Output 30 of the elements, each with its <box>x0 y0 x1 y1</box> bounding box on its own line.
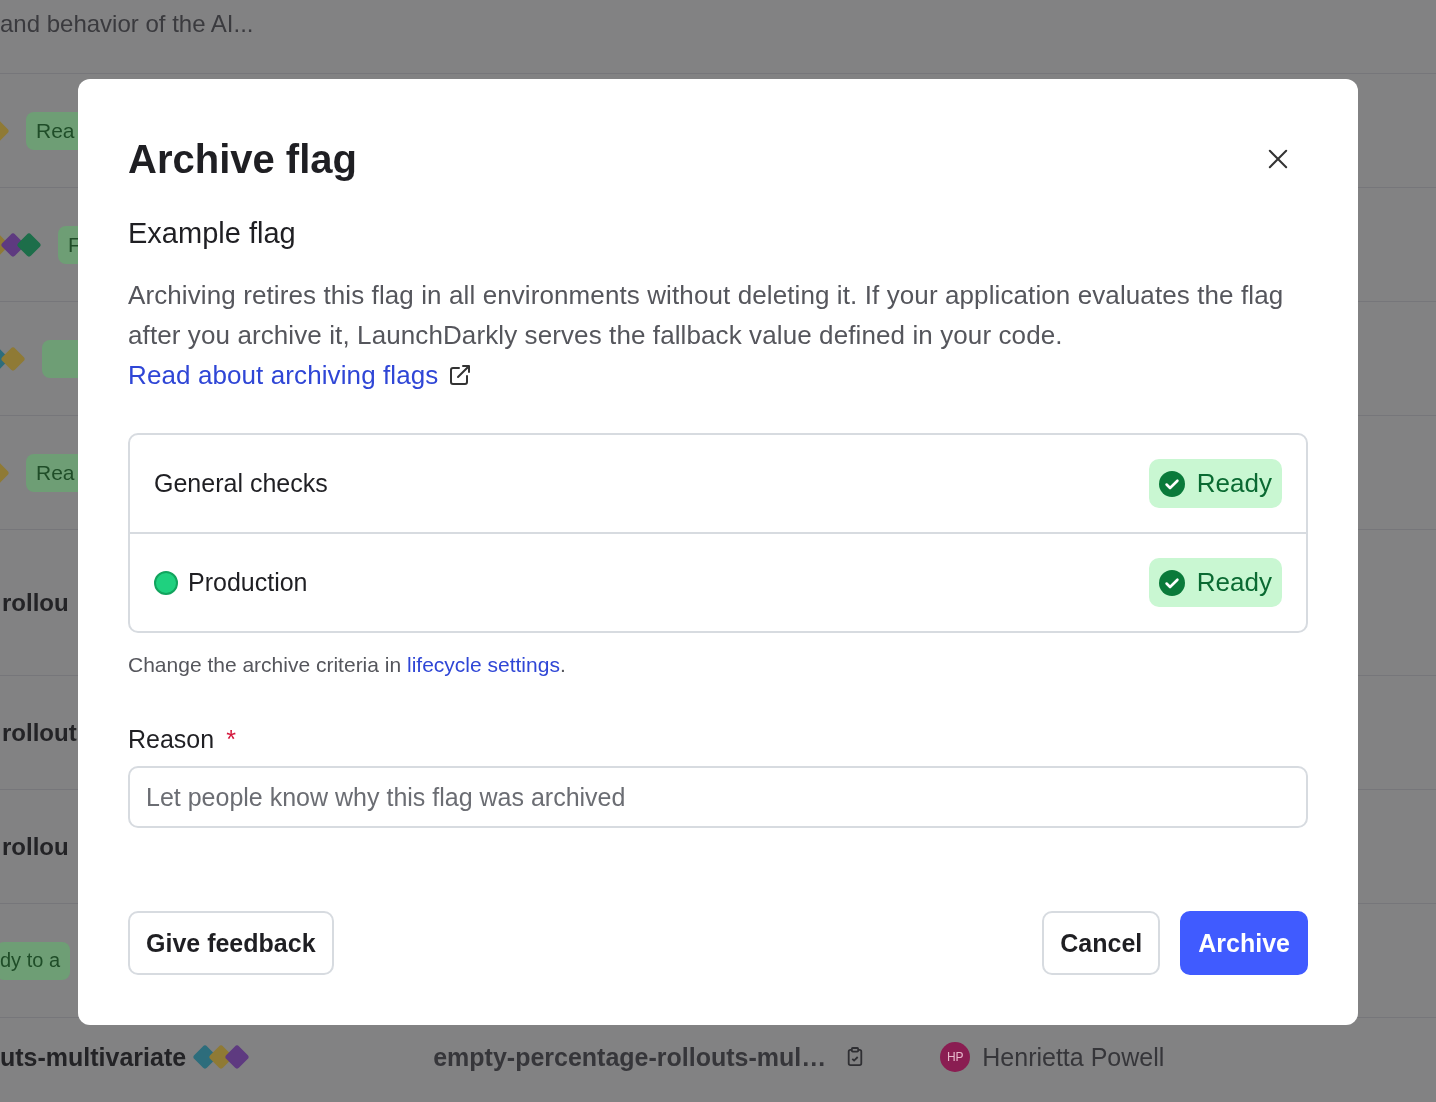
flag-name[interactable]: rollou <box>0 588 69 617</box>
status-badge: Ready <box>1148 459 1282 508</box>
field-label: Reason <box>128 725 215 754</box>
flag-name[interactable]: uts-multivariate <box>0 1042 187 1072</box>
environment-name: Production <box>188 568 308 597</box>
flag-key: empty-percentage-rollouts-mul… <box>433 1042 827 1072</box>
close-icon[interactable] <box>1268 149 1288 169</box>
dialog-title: Archive flag <box>128 136 357 183</box>
external-link-icon <box>448 363 473 387</box>
check-label: General checks <box>154 469 328 498</box>
settings-link[interactable]: lifecycle settings <box>407 653 560 676</box>
required-mark: * <box>226 725 236 754</box>
cancel-button[interactable]: Cancel <box>1042 911 1161 975</box>
maintainer-name: Henrietta Powell <box>982 1042 1165 1072</box>
copy-icon[interactable] <box>846 1047 865 1067</box>
avatar: HP <box>940 1042 971 1072</box>
description-text: Archiving retires this flag in all environments without deleting it. If your application evaluates the flag after you archive it, LaunchDarkly serves the fallback value defined in your code. Read about archiving flags <box>128 279 1285 392</box>
reason-field[interactable]: Let people know why this flag was archived <box>128 766 1308 828</box>
hint-text: Change the archive criteria in lifecycle settings. <box>128 653 567 677</box>
flag-name[interactable]: rollout <box>0 718 77 747</box>
status-badge: dy to a <box>0 941 71 980</box>
flag-name: Example flag <box>128 217 297 250</box>
archive-button[interactable]: Archive <box>1180 911 1308 975</box>
description-text: and behavior of the AI... <box>0 10 254 38</box>
flag-name[interactable]: rollou <box>0 832 69 861</box>
check-icon <box>1158 569 1185 596</box>
check-icon <box>1158 470 1185 497</box>
feedback-button[interactable]: Give feedback <box>128 911 334 975</box>
docs-link[interactable]: Read about archiving flags <box>128 360 473 390</box>
status-badge: Ready <box>1148 558 1282 607</box>
